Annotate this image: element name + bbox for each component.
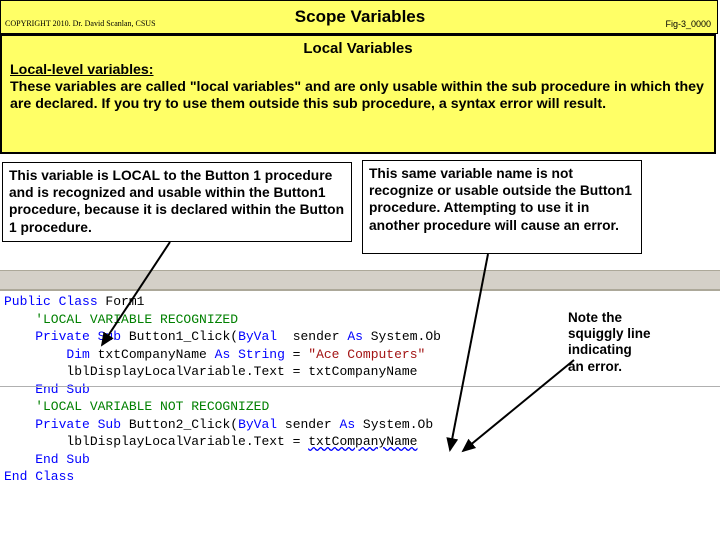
code-kw: Class (51, 294, 98, 309)
definition-term: Local-level variables: (10, 62, 154, 78)
callout-local-recognized: This variable is LOCAL to the Button 1 p… (2, 162, 352, 242)
code-error-underline: txtCompanyName (308, 434, 417, 449)
code-kw: Public (4, 294, 51, 309)
code-kw: Sub (90, 417, 121, 432)
slide: COPYRIGHT 2010. Dr. David Scanlan, CSUS … (0, 0, 720, 540)
code-text: sender (277, 329, 347, 344)
code-text: System.Ob (355, 417, 433, 432)
code-kw: End Sub (4, 382, 90, 397)
code-text: lblDisplayLocalVariable.Text = txtCompan… (4, 364, 417, 379)
code-text: Button2_Click( (121, 417, 238, 432)
code-kw: String (230, 347, 285, 362)
note-line: indicating (568, 342, 632, 357)
code-text: Form1 (98, 294, 145, 309)
code-string: "Ace Computers" (308, 347, 425, 362)
note-squiggly: Note the squiggly line indicating an err… (568, 310, 708, 375)
note-line: an error. (568, 359, 622, 374)
note-line: Note the (568, 310, 622, 325)
title-bar: COPYRIGHT 2010. Dr. David Scanlan, CSUS … (0, 0, 718, 34)
code-kw: ByVal (238, 329, 277, 344)
code-kw: ByVal (238, 417, 277, 432)
code-text: Button1_Click( (121, 329, 238, 344)
code-kw: As (347, 329, 363, 344)
note-line: squiggly line (568, 326, 651, 341)
code-kw: Private (4, 417, 90, 432)
definition-body: These variables are called "local variab… (10, 79, 704, 112)
code-kw: As (215, 347, 231, 362)
code-toolbar (0, 270, 720, 290)
code-text: txtCompanyName (90, 347, 215, 362)
code-kw: Private (4, 329, 90, 344)
definition-subheader: Local Variables (10, 40, 706, 58)
code-kw: End Sub (4, 452, 90, 467)
code-text: = (285, 347, 308, 362)
code-text: System.Ob (363, 329, 441, 344)
page-title: Scope Variables (1, 7, 719, 27)
code-kw: Class (27, 469, 74, 484)
callout-local-not-recognized: This same variable name is not recognize… (362, 160, 642, 254)
figure-id: Fig-3_0000 (665, 19, 711, 29)
code-text: lblDisplayLocalVariable.Text = (4, 434, 308, 449)
code-kw: Dim (4, 347, 90, 362)
code-kw: As (340, 417, 356, 432)
code-comment: 'LOCAL VARIABLE NOT RECOGNIZED (4, 399, 269, 414)
code-text: sender (277, 417, 339, 432)
code-comment: 'LOCAL VARIABLE RECOGNIZED (4, 312, 238, 327)
code-divider (0, 386, 720, 387)
code-kw: End (4, 469, 27, 484)
code-kw: Sub (90, 329, 121, 344)
definition-panel: Local Variables Local-level variables: T… (0, 34, 716, 154)
